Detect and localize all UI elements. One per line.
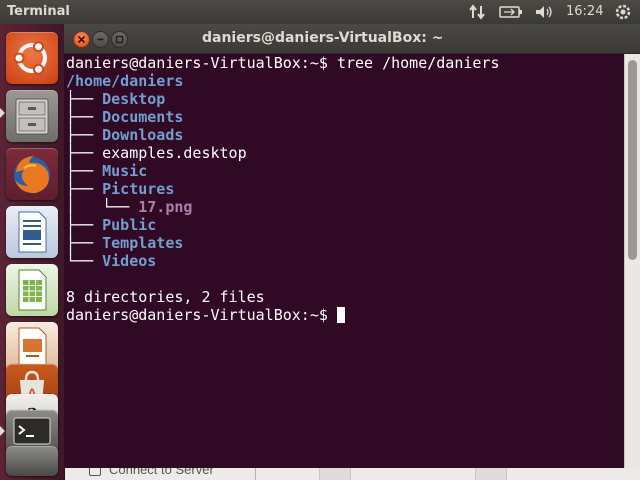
- tree-summary: 8 directories, 2 files: [66, 288, 265, 306]
- tree-branch: ├──: [66, 144, 103, 162]
- window-title: daniers@daniers-VirtualBox: ~: [202, 30, 444, 46]
- launcher-item-stacked[interactable]: [6, 446, 58, 476]
- tree-branch: └──: [66, 252, 103, 270]
- close-button[interactable]: [73, 31, 90, 48]
- terminal-scrollbar[interactable]: [624, 54, 640, 468]
- terminal-output[interactable]: daniers@daniers-VirtualBox:~$ tree /home…: [64, 54, 624, 468]
- tree-branch: ├──: [66, 234, 103, 252]
- tree-entry: ├── Templates: [66, 234, 183, 252]
- top-panel: Terminal 16:24: [0, 0, 640, 24]
- tree-entry-name: Templates: [102, 234, 184, 252]
- prompt: daniers@daniers-VirtualBox:~$: [66, 54, 337, 72]
- command-line: daniers@daniers-VirtualBox:~$ tree /home…: [66, 54, 500, 72]
- tree-entry: ├── Desktop: [66, 90, 165, 108]
- minimize-icon: [97, 38, 104, 41]
- network-transfer-icon[interactable]: [466, 3, 488, 21]
- launcher-item-files[interactable]: [6, 90, 58, 142]
- tree-branch: ├──: [66, 126, 103, 144]
- battery-icon[interactable]: [498, 3, 524, 21]
- libreoffice-writer-icon: [18, 211, 47, 253]
- tree-entry: │ └── 17.png: [66, 198, 192, 216]
- tree-branch: ├──: [66, 180, 103, 198]
- file-cabinet-icon: [15, 98, 49, 135]
- launcher-item-calc[interactable]: [6, 264, 58, 316]
- libreoffice-calc-icon: [18, 269, 47, 311]
- tree-entry-name: Pictures: [102, 180, 175, 198]
- firefox-icon: [14, 156, 50, 194]
- power-gear-icon[interactable]: [612, 3, 634, 21]
- current-prompt-line[interactable]: daniers@daniers-VirtualBox:~$: [66, 306, 345, 324]
- running-indicator: [0, 108, 5, 118]
- ubuntu-logo-icon: [13, 41, 47, 75]
- launcher: A a: [0, 24, 65, 480]
- close-icon: [77, 35, 86, 44]
- tree-entry-name: Downloads: [102, 126, 184, 144]
- tree-entry: ├── Public: [66, 216, 156, 234]
- tree-branch: │ └──: [66, 198, 139, 216]
- command: tree /home/daniers: [336, 54, 500, 72]
- active-app-title: Terminal: [7, 4, 70, 19]
- tree-entry-name: 17.png: [138, 198, 193, 216]
- running-indicator: [0, 426, 5, 436]
- text-cursor: [336, 307, 345, 323]
- maximize-button[interactable]: [111, 31, 128, 48]
- tree-branch: ├──: [66, 108, 103, 126]
- prompt: daniers@daniers-VirtualBox:~$: [66, 306, 328, 324]
- tree-root: /home/daniers: [66, 72, 184, 90]
- tree-entry-name: Desktop: [102, 90, 166, 108]
- launcher-item-writer[interactable]: [6, 206, 58, 258]
- tree-entry-name: Documents: [102, 108, 184, 126]
- tree-entry: ├── Pictures: [66, 180, 174, 198]
- tree-branch: ├──: [66, 216, 103, 234]
- tree-entry-name: Public: [102, 216, 157, 234]
- terminal-titlebar[interactable]: daniers@daniers-VirtualBox: ~: [64, 24, 640, 54]
- tree-entry-name: Videos: [102, 252, 157, 270]
- clock[interactable]: 16:24: [566, 4, 603, 19]
- tree-entry: ├── examples.desktop: [66, 144, 247, 162]
- tree-entry: ├── Music: [66, 162, 147, 180]
- launcher-item-dash[interactable]: [6, 32, 58, 84]
- tree-entry: ├── Documents: [66, 108, 183, 126]
- tree-entry-name: examples.desktop: [102, 144, 247, 162]
- tree-branch: ├──: [66, 90, 103, 108]
- volume-icon[interactable]: [533, 3, 555, 21]
- scrollbar-thumb[interactable]: [628, 60, 637, 260]
- tree-branch: ├──: [66, 162, 103, 180]
- launcher-item-firefox[interactable]: [6, 148, 58, 200]
- tree-entry: └── Videos: [66, 252, 156, 270]
- maximize-icon: [115, 35, 124, 44]
- minimize-button[interactable]: [92, 31, 109, 48]
- tree-entry-name: Music: [102, 162, 148, 180]
- tree-entry: ├── Downloads: [66, 126, 183, 144]
